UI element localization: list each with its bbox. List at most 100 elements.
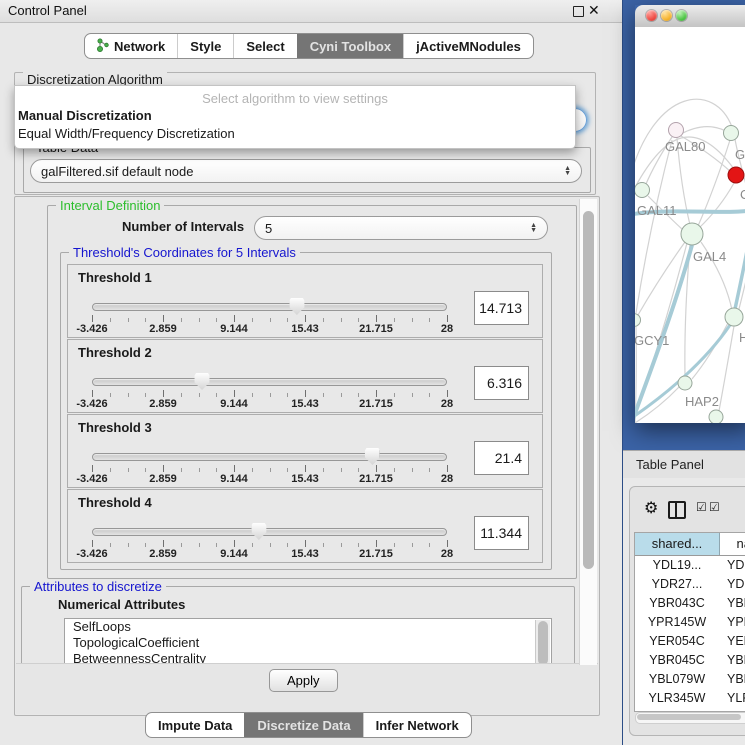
table-row[interactable]: YBR043CYBR0 [635, 594, 745, 613]
node-label: GCY1 [635, 333, 669, 348]
float-window-icon[interactable] [573, 6, 584, 17]
threshold-1-panel: Threshold 1 -3.4262.8599.14415.4321.7152… [67, 264, 543, 338]
table-row[interactable]: YPR145WYPR1 [635, 613, 745, 632]
algorithm-placeholder: Select algorithm to view settings [15, 91, 575, 106]
threshold-3-label: Threshold 3 [78, 420, 152, 435]
tab-style[interactable]: Style [177, 34, 233, 58]
threshold-4-panel: Threshold 4 -3.4262.8599.14415.4321.7152… [67, 489, 543, 563]
slider-track[interactable] [92, 303, 447, 311]
table-row[interactable]: YLR345WYLR3 [635, 689, 745, 708]
table-row[interactable]: YBR045CYBR0 [635, 651, 745, 670]
tab-discretize-data[interactable]: Discretize Data [244, 713, 362, 737]
column-header-name[interactable]: na [720, 533, 745, 555]
scrollbar-thumb[interactable] [583, 211, 594, 569]
threshold-1-slider[interactable]: -3.4262.8599.14415.4321.71528 [92, 301, 447, 333]
slider-thumb[interactable] [251, 523, 266, 540]
network-node-bottom[interactable] [709, 410, 724, 424]
screenshot-root: Control Panel ✕ Network Style Se [0, 0, 745, 745]
node-label: C [740, 187, 745, 202]
node-label: GA [735, 147, 745, 162]
network-node-top-right[interactable] [723, 125, 739, 141]
close-traffic-light-icon[interactable] [646, 10, 657, 21]
network-node-hap2[interactable] [678, 376, 693, 391]
network-view-window: GAL80 GA C GAL11 GAL4 GCY1 H HAP2 [635, 5, 745, 423]
threshold-3-slider[interactable]: -3.4262.8599.14415.4321.71528 [92, 451, 447, 483]
node-label: HAP2 [685, 394, 719, 409]
close-icon[interactable]: ✕ [588, 2, 600, 19]
node-label: GAL11 [637, 203, 677, 218]
list-item[interactable]: SelfLoops [65, 619, 551, 635]
number-of-intervals-label: Number of Intervals [122, 219, 244, 234]
scrollbar-thumb[interactable] [637, 714, 741, 720]
network-node-gal80[interactable] [668, 122, 684, 138]
table-row[interactable]: YER054CYER0 [635, 632, 745, 651]
attributes-list-scrollbar[interactable] [535, 620, 550, 666]
threshold-4-value-field[interactable]: 11.344 [474, 516, 529, 550]
interval-definition-group: Interval Definition Number of Intervals … [47, 205, 577, 579]
table-row[interactable]: YBL079WYBL0 [635, 670, 745, 689]
network-node-gal4[interactable] [681, 223, 704, 246]
network-node-right[interactable] [725, 308, 744, 327]
zoom-traffic-light-icon[interactable] [676, 10, 687, 21]
tab-jactivemnodules[interactable]: jActiveMNodules [403, 34, 533, 58]
algorithm-option-manual[interactable]: Manual Discretization [18, 108, 152, 123]
threshold-2-label: Threshold 2 [78, 345, 152, 360]
control-panel-titlebar: Control Panel ✕ [0, 0, 622, 23]
algorithm-dropdown-popup: Select algorithm to view settings Manual… [14, 85, 576, 149]
slider-thumb[interactable] [365, 448, 380, 465]
algorithm-settings-panel: Interval Definition Number of Intervals … [14, 196, 600, 716]
control-panel-tabs: Network Style Select Cyni Toolbox jActiv… [84, 33, 534, 59]
checkbox-icon[interactable]: ☑ [696, 500, 707, 514]
node-table: shared... na YDL19...YDL1 YDR27...YDR2 Y… [634, 532, 745, 712]
threshold-2-panel: Threshold 2 -3.4262.8599.14415.4321.7152… [67, 339, 543, 413]
algorithm-option-equal-width[interactable]: Equal Width/Frequency Discretization [18, 126, 235, 141]
slider-track[interactable] [92, 453, 447, 461]
table-data-select[interactable]: galFiltered.sif default node ▲▼ [30, 159, 582, 183]
apply-button[interactable]: Apply [269, 669, 338, 692]
table-panel-content: ⚙ ☑ ☑ shared... na YDL19...YDL1 YDR27...… [629, 486, 745, 736]
threshold-3-panel: Threshold 3 -3.4262.8599.14415.4321.7152… [67, 414, 543, 488]
network-node-selected-red[interactable] [728, 167, 745, 184]
combo-arrows-icon: ▲▼ [564, 166, 571, 176]
control-panel-window: Control Panel ✕ Network Style Se [0, 0, 622, 745]
threshold-4-label: Threshold 4 [78, 495, 152, 510]
slider-ticks [92, 315, 447, 323]
tab-cyni-toolbox[interactable]: Cyni Toolbox [297, 34, 403, 58]
tab-network[interactable]: Network [85, 34, 177, 58]
split-columns-icon[interactable] [668, 501, 686, 519]
table-data-group: Table Data galFiltered.sif default node … [23, 147, 591, 193]
attributes-group: Attributes to discretize Numerical Attri… [21, 586, 575, 671]
table-row[interactable]: YDL19...YDL1 [635, 556, 745, 575]
tab-select[interactable]: Select [233, 34, 296, 58]
threshold-4-slider[interactable]: -3.4262.8599.14415.4321.71528 [92, 526, 447, 558]
network-window-titlebar[interactable] [635, 5, 745, 28]
column-header-shared-name[interactable]: shared... [635, 533, 720, 555]
threshold-3-value-field[interactable]: 21.4 [474, 441, 529, 475]
threshold-2-value-field[interactable]: 6.316 [474, 366, 529, 400]
gear-icon[interactable]: ⚙ [644, 498, 658, 518]
interval-definition-title: Interval Definition [56, 198, 164, 213]
slider-track[interactable] [92, 378, 447, 386]
network-canvas[interactable]: GAL80 GA C GAL11 GAL4 GCY1 H HAP2 [635, 27, 745, 423]
slider-thumb[interactable] [195, 373, 210, 390]
threshold-1-value-field[interactable]: 14.713 [474, 291, 529, 325]
cytoscape-desktop: GAL80 GA C GAL11 GAL4 GCY1 H HAP2 Table … [622, 0, 745, 745]
threshold-2-slider[interactable]: -3.4262.8599.14415.4321.71528 [92, 376, 447, 408]
list-item[interactable]: TopologicalCoefficient [65, 635, 551, 651]
checkbox-icon[interactable]: ☑ [709, 500, 720, 514]
tab-infer-network[interactable]: Infer Network [363, 713, 471, 737]
table-row[interactable]: YDR27...YDR2 [635, 575, 745, 594]
table-header-row: shared... na [635, 533, 745, 556]
settings-vertical-scrollbar[interactable] [579, 199, 597, 665]
panel-title: Control Panel [8, 3, 87, 18]
table-horizontal-scrollbar[interactable] [635, 712, 745, 724]
minimize-traffic-light-icon[interactable] [661, 10, 672, 21]
slider-scale-labels: -3.4262.8599.14415.4321.71528 [92, 398, 447, 410]
tab-impute-data[interactable]: Impute Data [146, 713, 244, 737]
node-label: GAL80 [665, 139, 705, 154]
slider-thumb[interactable] [289, 298, 304, 315]
slider-scale-labels: -3.4262.8599.14415.4321.71528 [92, 323, 447, 335]
number-of-intervals-select[interactable]: 5 ▲▼ [254, 216, 548, 240]
table-panel-header: Table Panel [623, 450, 745, 479]
slider-track[interactable] [92, 528, 447, 536]
